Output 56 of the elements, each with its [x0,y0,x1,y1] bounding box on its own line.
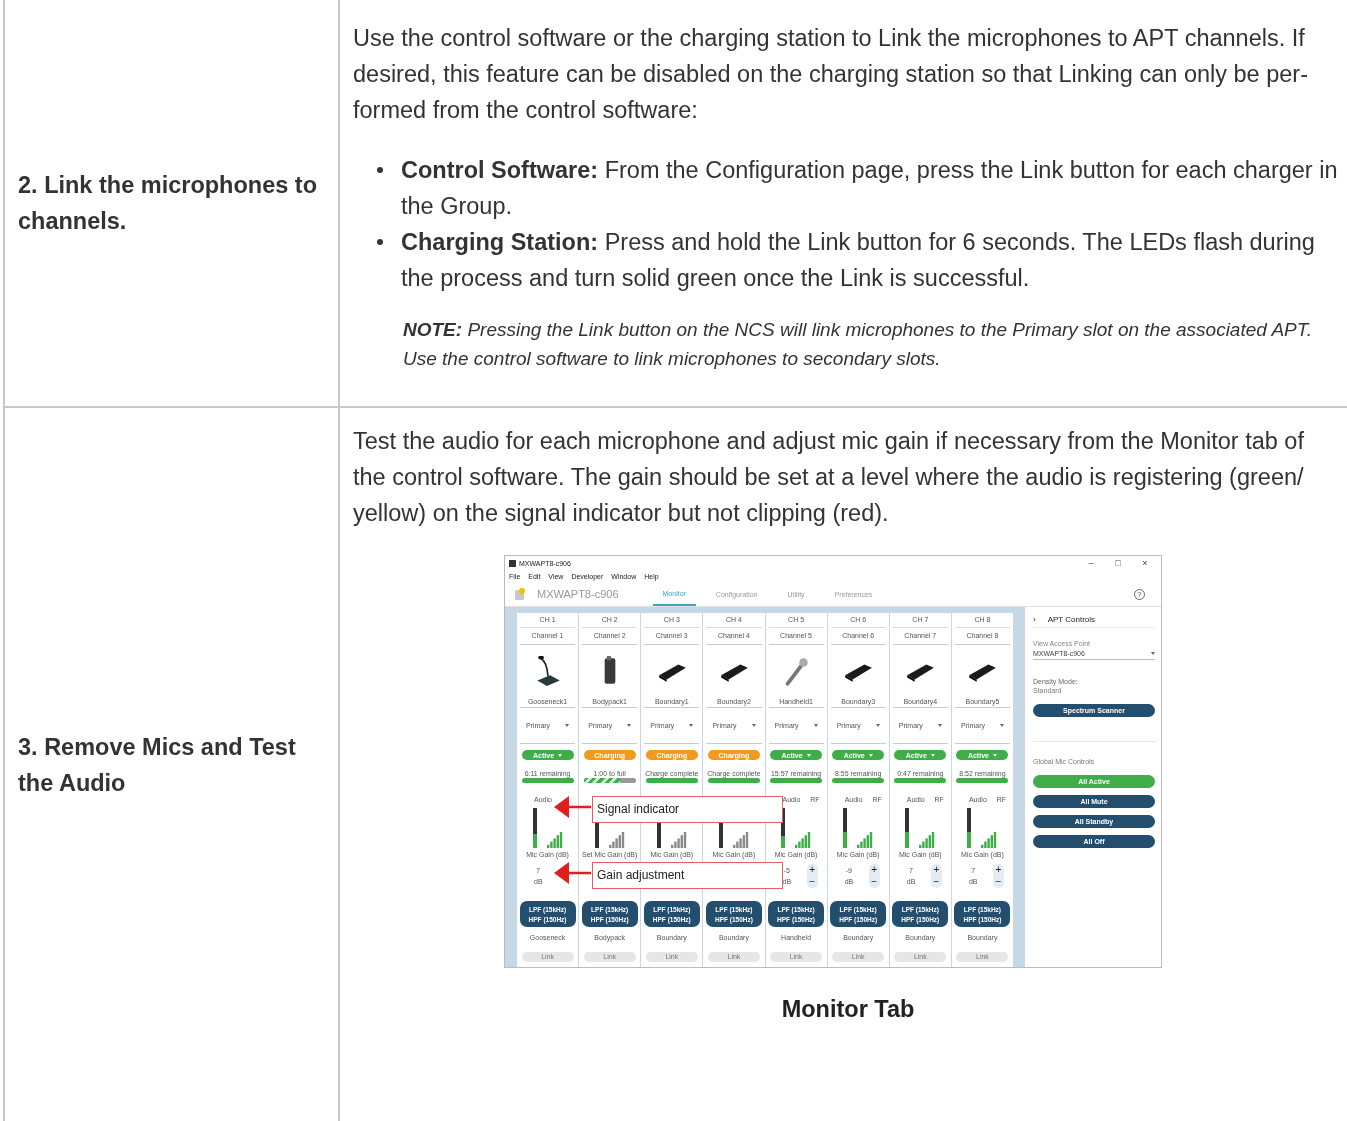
caret-icon [937,724,942,727]
window-control[interactable]: □ [1106,558,1130,568]
window-control[interactable]: – [1079,558,1103,568]
app-icon [509,559,516,567]
arrow [554,794,592,820]
caret-icon [992,753,997,757]
audio-meter [905,808,910,848]
callout-label: Signal indicator [592,796,783,823]
caret-icon [813,724,818,727]
caret-icon [751,724,756,727]
audio-meter [843,808,848,848]
caret-icon [806,753,811,757]
battery-bar [956,778,1009,783]
battery-bar [770,778,823,783]
arrow [554,860,592,886]
audio-meter [967,808,972,848]
step-title: 3. Remove Mics and Test the Audio [18,732,297,798]
gain-down-button[interactable]: − [933,876,940,888]
device-icon [513,587,527,601]
gain-up-button[interactable]: + [933,864,940,876]
caret-icon [868,753,873,757]
battery-bar [894,778,947,783]
paragraph: Use the control software or the charging station to Link the microphones to APT channels. If desired, this feature can be disabled on the charging station so that Linking can only be per-formed from the control software: [353,24,1309,125]
caret-icon [1000,724,1004,727]
panel-title: APT Controls [1047,614,1096,624]
figure-caption: Monitor Tab [781,996,915,1023]
battery-bar [583,778,636,783]
caret-icon [1151,651,1155,655]
audio-meter [532,808,537,848]
battery-bar [832,778,885,783]
window-control[interactable]: × [1133,558,1157,568]
caret-icon [565,724,570,727]
gain-down-button[interactable]: − [809,876,816,888]
gain-up-button[interactable]: + [809,864,816,876]
battery-bar [521,778,574,783]
gain-down-button[interactable]: − [871,876,878,888]
list-item: Control Software: From the Configuration page, press the Link button for each charger in the Group. [401,156,1339,221]
chevron-icon[interactable]: › [1033,614,1036,624]
step-title: 2. Link the microphones to channels. [18,171,318,236]
caret-icon [689,724,694,727]
list-item: Charging Station: Press and hold the Link button for 6 seconds. The LEDs flash during the process and turn solid green once the Link is successful. [401,228,1316,293]
callout-label: Gain adjustment [592,862,783,889]
bullet-icon [377,167,383,173]
caret-icon [627,724,632,727]
caret-icon [558,753,563,757]
battery-bar [707,778,760,783]
gain-down-button[interactable]: − [995,876,1002,888]
battery-bar [645,778,698,783]
paragraph: Test the audio for each microphone and adjust mic gain if necessary from the Monitor tab of the control software. The gain should be set at a level where the audio is registering (green/ yellow) on the signal indicator but not clipping (red). [353,427,1305,528]
note: NOTE: Pressing the Link button on the NCS will link microphones to the Primary slot on the associated APT. Use the control software to link microphones to secondary slots. [403,318,1313,371]
caret-icon [875,724,880,727]
device-name: MXWAPT8-c906 [537,588,619,600]
bullet-icon [377,239,383,245]
caret-icon [930,753,935,757]
gain-up-button[interactable]: + [995,864,1002,876]
gain-up-button[interactable]: + [871,864,878,876]
